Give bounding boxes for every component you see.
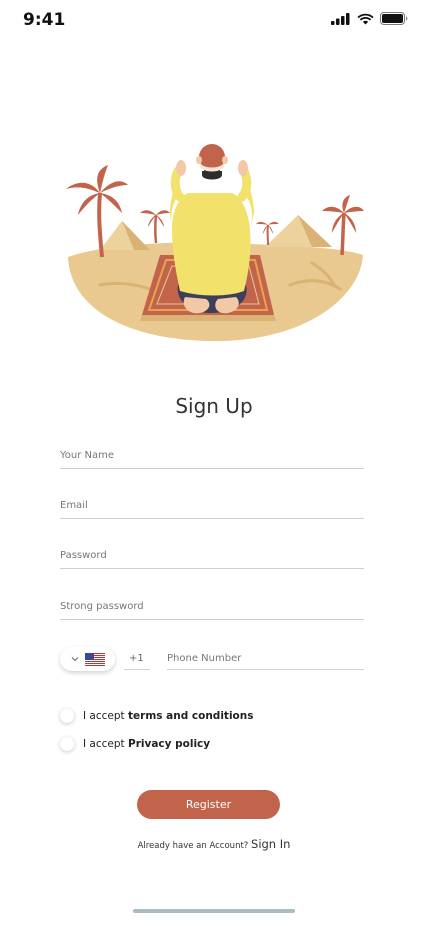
- wifi-icon: [357, 13, 374, 24]
- terms-text: I accept terms and conditions: [83, 710, 254, 722]
- battery-icon: [380, 12, 408, 25]
- name-input[interactable]: [60, 443, 364, 467]
- name-field[interactable]: [60, 443, 364, 469]
- privacy-radio[interactable]: [60, 737, 74, 751]
- phone-input[interactable]: [167, 648, 364, 669]
- email-field[interactable]: [60, 493, 364, 519]
- dial-code: +1: [124, 648, 150, 670]
- phone-field[interactable]: [167, 648, 364, 670]
- confirm-password-field[interactable]: [60, 594, 364, 620]
- status-time: 9:41: [23, 10, 66, 30]
- confirm-password-input[interactable]: [60, 594, 364, 618]
- terms-radio[interactable]: [60, 709, 74, 723]
- privacy-row: I accept Privacy policy: [60, 737, 210, 751]
- country-picker[interactable]: [60, 647, 115, 671]
- signin-link[interactable]: Sign In: [251, 837, 290, 851]
- status-icons: [331, 12, 408, 25]
- account-prompt: Already have an Account?: [137, 841, 252, 851]
- prayer-illustration: [66, 144, 364, 342]
- password-field[interactable]: [60, 543, 364, 569]
- home-indicator[interactable]: [133, 909, 295, 913]
- chevron-down-icon: [71, 657, 78, 662]
- terms-link[interactable]: terms and conditions: [128, 710, 253, 722]
- register-button[interactable]: Register: [137, 790, 280, 819]
- status-bar: 9:41: [0, 0, 428, 44]
- privacy-text: I accept Privacy policy: [83, 738, 211, 750]
- email-input[interactable]: [60, 493, 364, 517]
- password-input[interactable]: [60, 543, 364, 567]
- page-title: Sign Up: [175, 394, 253, 418]
- signal-icon: [331, 12, 350, 25]
- terms-row: I accept terms and conditions: [60, 709, 253, 723]
- signin-row: Already have an Account? Sign In: [0, 833, 428, 852]
- us-flag-icon: [84, 652, 105, 666]
- privacy-link[interactable]: Privacy policy: [128, 738, 210, 750]
